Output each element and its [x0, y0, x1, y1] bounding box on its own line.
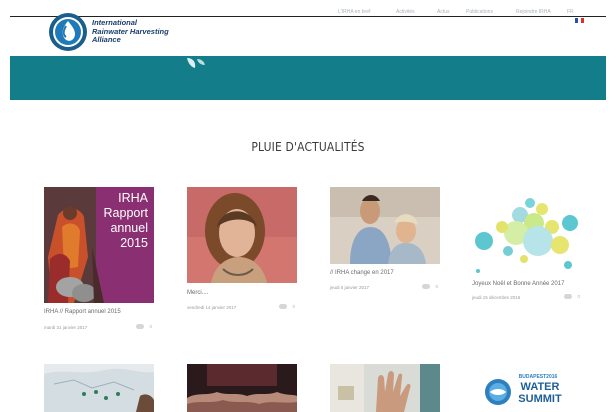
map-thumbnail[interactable]: [44, 364, 154, 412]
news-card-annual-report[interactable]: IRHA Rapport annuel 2015 IRHA // Rapport…: [44, 187, 154, 337]
news-card-row2-1[interactable]: [44, 364, 154, 412]
nav-item-about[interactable]: L'IRHA en bref: [338, 9, 370, 15]
comment-icon[interactable]: [422, 284, 430, 289]
irha-change-thumbnail[interactable]: [330, 187, 440, 264]
header-divider: [10, 16, 606, 17]
news-card-row2-2[interactable]: [187, 364, 297, 412]
logo-line-3: Alliance: [92, 35, 121, 44]
news-card-joyeux-noel[interactable]: Joyeux Noël et Bonne Année 2017 jeudi 15…: [472, 187, 582, 307]
news-date: vendredi 14 janvier 2017: [187, 305, 237, 310]
hero-banner: [10, 56, 606, 100]
portrait-photo: [187, 187, 297, 283]
merci-thumbnail[interactable]: [187, 187, 297, 283]
section-title: PLUIE D'ACTUALITÉS: [251, 139, 365, 154]
overlay-line-3: annuel: [110, 221, 148, 235]
map-photo: [44, 364, 154, 412]
event-photo: [187, 364, 297, 412]
news-date: jeudi 15 décembre 2016: [472, 295, 521, 300]
news-card-row2-4[interactable]: BUDAPEST2016 WATER SUMMIT: [472, 364, 582, 412]
bubbles-illustration: [472, 187, 582, 275]
news-title[interactable]: Joyeux Noël et Bonne Année 2017: [472, 281, 564, 287]
overlay-line-2: Rapport: [103, 206, 148, 220]
annual-report-overlay: IRHA Rapport annuel 2015: [104, 191, 148, 251]
nav-item-activities[interactable]: Activités: [396, 9, 415, 15]
language-flag-icon[interactable]: [575, 10, 584, 23]
overlay-line-1: IRHA: [118, 191, 148, 205]
comment-icon[interactable]: [136, 324, 144, 329]
irha-logo-icon[interactable]: [48, 12, 88, 52]
nav-item-language[interactable]: FR: [567, 9, 574, 15]
summit-badge-line2: SUMMIT: [518, 393, 562, 405]
comment-icon[interactable]: [279, 304, 287, 309]
news-card-merci[interactable]: Merci.... vendredi 14 janvier 2017 0: [187, 187, 297, 327]
site-header: International Rainwater Harvesting Allia…: [0, 0, 616, 56]
summit-badge-top: BUDAPEST2016: [518, 374, 558, 380]
news-title[interactable]: IRHA // Rapport annuel 2015: [44, 309, 121, 315]
comment-count: 0: [577, 294, 580, 299]
comment-count: 0: [149, 324, 152, 329]
team-photo: [330, 187, 440, 264]
news-date: mardi 31 janvier 2017: [44, 325, 88, 330]
hand-photo: [330, 364, 440, 412]
news-date: jeudi 5 janvier 2017: [330, 285, 370, 290]
leaf-decoration-icon: [187, 58, 205, 68]
annual-report-thumbnail[interactable]: IRHA Rapport annuel 2015: [44, 187, 154, 303]
nav-item-news[interactable]: Actus: [437, 9, 450, 15]
hand-thumbnail[interactable]: [330, 364, 440, 412]
nav-item-join[interactable]: Rejoindre IRHA: [516, 9, 551, 15]
joyeux-noel-thumbnail[interactable]: [472, 187, 582, 275]
event-thumbnail[interactable]: [187, 364, 297, 412]
news-card-row2-3[interactable]: [330, 364, 440, 412]
comment-icon[interactable]: [564, 294, 572, 299]
nav-item-publications[interactable]: Publications: [466, 9, 493, 15]
comment-count: 0: [435, 284, 438, 289]
news-title[interactable]: // IRHA change en 2017: [330, 270, 394, 276]
summit-badge-line1: WATER: [520, 381, 560, 393]
water-summit-thumbnail[interactable]: BUDAPEST2016 WATER SUMMIT: [472, 364, 582, 412]
comment-count: 0: [292, 304, 295, 309]
organization-name[interactable]: International Rainwater Harvesting Allia…: [92, 18, 169, 45]
news-card-irha-change[interactable]: // IRHA change en 2017 jeudi 5 janvier 2…: [330, 187, 440, 297]
news-title[interactable]: Merci....: [187, 290, 208, 296]
overlay-line-4: 2015: [120, 236, 148, 250]
